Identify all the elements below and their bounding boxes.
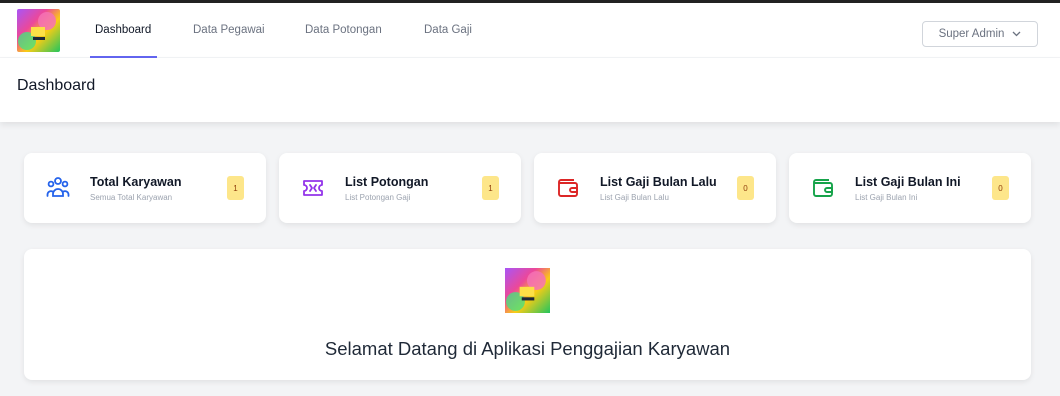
user-menu-label: Super Admin bbox=[938, 28, 1005, 40]
count-badge: 1 bbox=[482, 176, 499, 200]
nav-data-potongan[interactable]: Data Potongan bbox=[305, 24, 382, 36]
count-badge: 0 bbox=[992, 176, 1009, 200]
count-badge: 1 bbox=[227, 176, 244, 200]
users-icon bbox=[46, 176, 70, 200]
nav-data-pegawai[interactable]: Data Pegawai bbox=[193, 24, 265, 36]
card-subtitle: List Gaji Bulan Lalu bbox=[600, 193, 669, 202]
count-badge: 0 bbox=[737, 176, 754, 200]
app-logo[interactable] bbox=[17, 9, 60, 52]
card-title: List Gaji Bulan Ini bbox=[855, 175, 961, 189]
user-menu-button[interactable]: Super Admin bbox=[922, 21, 1038, 47]
nav-dashboard[interactable]: Dashboard bbox=[95, 24, 151, 36]
page-header: Dashboard bbox=[0, 58, 1060, 122]
card-subtitle: List Potongan Gaji bbox=[345, 193, 411, 202]
card-title: List Gaji Bulan Lalu bbox=[600, 175, 717, 189]
nav-data-gaji[interactable]: Data Gaji bbox=[424, 24, 472, 36]
top-navbar: Dashboard Data Pegawai Data Potongan Dat… bbox=[0, 0, 1060, 58]
card-subtitle: List Gaji Bulan Ini bbox=[855, 193, 918, 202]
welcome-message: Selamat Datang di Aplikasi Penggajian Ka… bbox=[324, 338, 731, 359]
card-total-karyawan[interactable]: Total Karyawan Semua Total Karyawan 1 bbox=[24, 153, 266, 223]
wallet-icon bbox=[556, 176, 580, 200]
card-title: Total Karyawan bbox=[90, 175, 182, 189]
card-subtitle: Semua Total Karyawan bbox=[90, 193, 173, 202]
chevron-down-icon bbox=[1012, 29, 1021, 39]
welcome-panel: Selamat Datang di Aplikasi Penggajian Ka… bbox=[24, 249, 1031, 380]
card-list-gaji-bulan-lalu[interactable]: List Gaji Bulan Lalu List Gaji Bulan Lal… bbox=[534, 153, 776, 223]
app-logo bbox=[505, 268, 550, 313]
ticket-icon bbox=[301, 176, 325, 200]
card-list-potongan[interactable]: List Potongan List Potongan Gaji 1 bbox=[279, 153, 521, 223]
page-title: Dashboard bbox=[17, 77, 96, 94]
card-list-gaji-bulan-ini[interactable]: List Gaji Bulan Ini List Gaji Bulan Ini … bbox=[789, 153, 1031, 223]
wallet-icon bbox=[811, 176, 835, 200]
card-title: List Potongan bbox=[345, 175, 429, 189]
